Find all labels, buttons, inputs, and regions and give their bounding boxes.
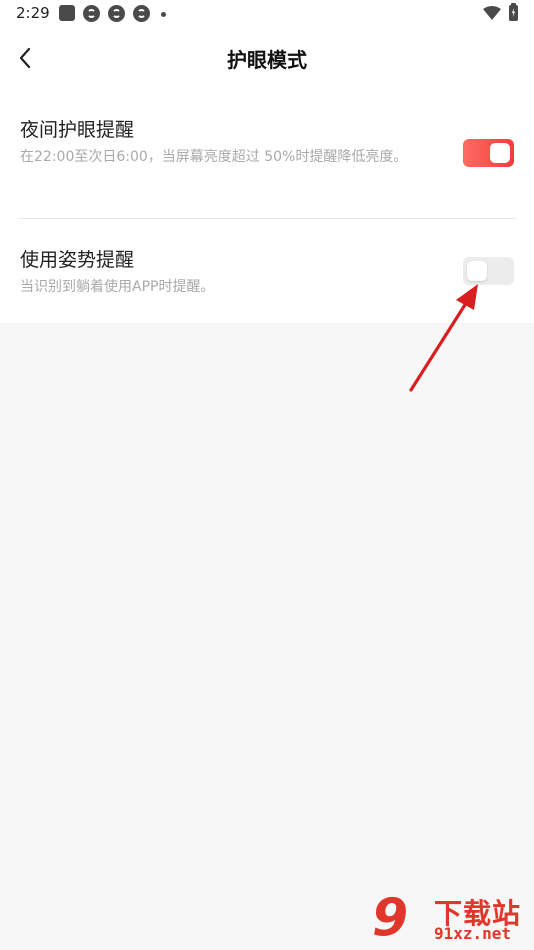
setting-description: 在22:00至次日6:00，当屏幕亮度超过 50%时提醒降低亮度。 — [20, 149, 408, 165]
toggle-knob — [467, 261, 487, 281]
status-bar: 2:29 — [0, 0, 534, 30]
setting-description: 当识别到躺着使用APP时提醒。 — [20, 279, 215, 295]
app-icon — [83, 5, 100, 22]
watermark-url: 91xz.net — [434, 924, 512, 943]
app-icon — [108, 5, 125, 22]
battery-charging-icon — [509, 3, 518, 21]
watermark: 9 下载站 91xz.net — [372, 888, 534, 948]
app-icon — [133, 5, 150, 22]
wifi-icon — [483, 6, 501, 20]
watermark-logo: 9 — [372, 888, 409, 948]
divider — [18, 218, 516, 219]
annotation-arrow-icon — [409, 284, 478, 392]
toggle-knob — [490, 143, 510, 163]
night-eye-care-toggle[interactable] — [463, 139, 514, 167]
page-title: 护眼模式 — [227, 48, 307, 72]
setting-title: 夜间护眼提醒 — [20, 119, 135, 141]
status-time: 2:29 — [16, 4, 50, 22]
setting-title: 使用姿势提醒 — [20, 249, 135, 271]
square-notification-icon — [59, 5, 75, 21]
dot-icon — [161, 12, 166, 17]
